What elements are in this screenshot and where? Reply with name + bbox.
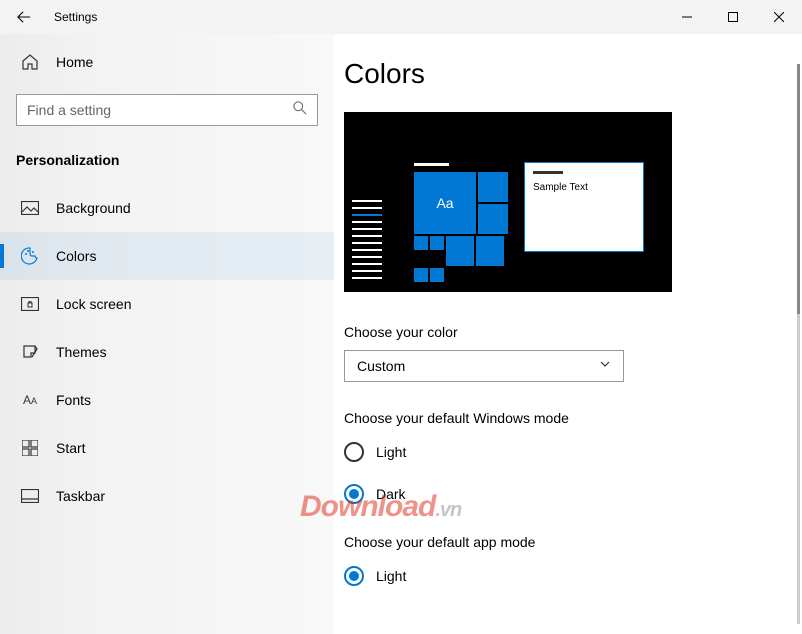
sidebar-item-themes[interactable]: Themes (0, 328, 334, 376)
search-icon (293, 101, 307, 120)
sidebar-item-label: Colors (56, 248, 96, 264)
lock-screen-icon (20, 294, 40, 314)
preview-window: Sample Text (524, 162, 644, 252)
app-mode-radio-group: Light (344, 560, 790, 592)
preview-start-tiles: Aa (414, 163, 504, 284)
maximize-icon (728, 12, 738, 22)
home-nav[interactable]: Home (0, 42, 334, 82)
windows-mode-dark-option[interactable]: Dark (344, 478, 790, 510)
start-icon (20, 438, 40, 458)
radio-label: Dark (376, 486, 406, 502)
sidebar-item-taskbar[interactable]: Taskbar (0, 472, 334, 520)
scrollbar[interactable] (797, 64, 800, 624)
windows-mode-radio-group: Light Dark (344, 436, 790, 510)
close-icon (774, 12, 784, 22)
color-mode-dropdown[interactable]: Custom (344, 350, 624, 382)
home-icon (20, 52, 40, 72)
app-mode-label: Choose your default app mode (344, 534, 790, 550)
palette-icon (20, 246, 40, 266)
picture-icon (20, 198, 40, 218)
minimize-icon (682, 12, 692, 22)
themes-icon (20, 342, 40, 362)
sidebar-item-label: Themes (56, 344, 107, 360)
page-title: Colors (344, 58, 790, 90)
sidebar-item-start[interactable]: Start (0, 424, 334, 472)
title-bar: Settings (0, 0, 802, 34)
close-button[interactable] (756, 0, 802, 34)
arrow-left-icon (17, 10, 31, 24)
sidebar: Home Personalization Background (0, 34, 334, 634)
preview-tile-aa: Aa (414, 172, 476, 234)
minimize-button[interactable] (664, 0, 710, 34)
radio-icon (344, 566, 364, 586)
dropdown-value: Custom (357, 358, 405, 374)
sidebar-item-background[interactable]: Background (0, 184, 334, 232)
radio-icon (344, 442, 364, 462)
category-label: Personalization (0, 134, 334, 176)
windows-mode-label: Choose your default Windows mode (344, 410, 790, 426)
radio-icon (344, 484, 364, 504)
radio-label: Light (376, 568, 406, 584)
sidebar-item-label: Start (56, 440, 86, 456)
preview-sample-text: Sample Text (533, 182, 635, 193)
search-input[interactable] (27, 102, 293, 118)
sidebar-item-colors[interactable]: Colors (0, 232, 334, 280)
home-label: Home (56, 54, 93, 70)
window-title: Settings (54, 10, 97, 24)
app-mode-light-option[interactable]: Light (344, 560, 790, 592)
preview-menu-lines (352, 200, 382, 284)
fonts-icon: AA (20, 390, 40, 410)
back-button[interactable] (0, 0, 48, 34)
sidebar-item-label: Fonts (56, 392, 91, 408)
windows-mode-light-option[interactable]: Light (344, 436, 790, 468)
search-box[interactable] (16, 94, 318, 126)
maximize-button[interactable] (710, 0, 756, 34)
taskbar-icon (20, 486, 40, 506)
sidebar-item-label: Background (56, 200, 131, 216)
nav-list: Background Colors Lock screen Themes (0, 184, 334, 520)
chevron-down-icon (599, 357, 611, 375)
color-preview: Aa (344, 112, 672, 292)
sidebar-item-lock-screen[interactable]: Lock screen (0, 280, 334, 328)
choose-color-label: Choose your color (344, 324, 790, 340)
window-controls (664, 0, 802, 34)
radio-label: Light (376, 444, 406, 460)
sidebar-item-label: Lock screen (56, 296, 131, 312)
sidebar-item-fonts[interactable]: AA Fonts (0, 376, 334, 424)
content-area: Colors Aa (334, 34, 802, 634)
sidebar-item-label: Taskbar (56, 488, 105, 504)
